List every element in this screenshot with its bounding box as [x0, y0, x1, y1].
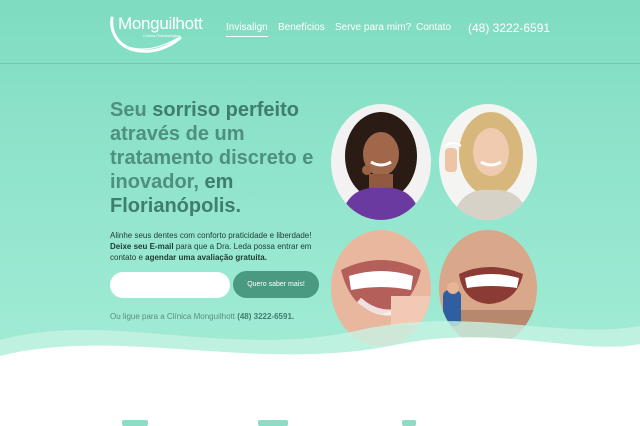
- hero-description: Alinhe seus dentes com conforto praticid…: [110, 230, 325, 263]
- section-heading-fragment: [258, 420, 288, 426]
- logo[interactable]: Monguilhott Clínica Odontológica: [108, 12, 208, 56]
- desc-bold-2: agendar uma avaliação gratuita.: [145, 253, 267, 262]
- logo-subtitle: Clínica Odontológica: [143, 33, 180, 38]
- cta-button[interactable]: Quero saber mais!: [233, 271, 319, 298]
- header-phone[interactable]: (48) 3222-6591: [468, 21, 550, 35]
- woman-curly-hair-photo: [331, 104, 431, 220]
- section-heading-fragment: [122, 420, 148, 426]
- headline-text-1: Seu: [110, 99, 153, 121]
- nav-beneficios[interactable]: Benefícios: [278, 22, 325, 33]
- site-header: Monguilhott Clínica Odontológica Invisal…: [0, 0, 640, 64]
- woman-blonde-holding-aligner-photo: [439, 104, 537, 220]
- desc-text-1: Alinhe seus dentes com conforto praticid…: [110, 231, 312, 240]
- logo-name: Monguilhott: [118, 14, 203, 33]
- email-input[interactable]: [110, 272, 230, 298]
- section-heading-fragment: [402, 420, 416, 426]
- hero-wave-decoration: [0, 321, 640, 372]
- headline-bold-1: sorriso perfeito: [152, 99, 299, 121]
- nav-serve-para-mim[interactable]: Serve para mim?: [335, 22, 411, 33]
- hero-headline: Seu sorriso perfeito através de um trata…: [110, 98, 320, 218]
- nav-contato[interactable]: Contato: [416, 22, 451, 33]
- nav-invisalign[interactable]: Invisalign: [226, 22, 268, 37]
- desc-bold-1: Deixe seu E-mail: [110, 242, 174, 251]
- hero-section: Monguilhott Clínica Odontológica Invisal…: [0, 0, 640, 372]
